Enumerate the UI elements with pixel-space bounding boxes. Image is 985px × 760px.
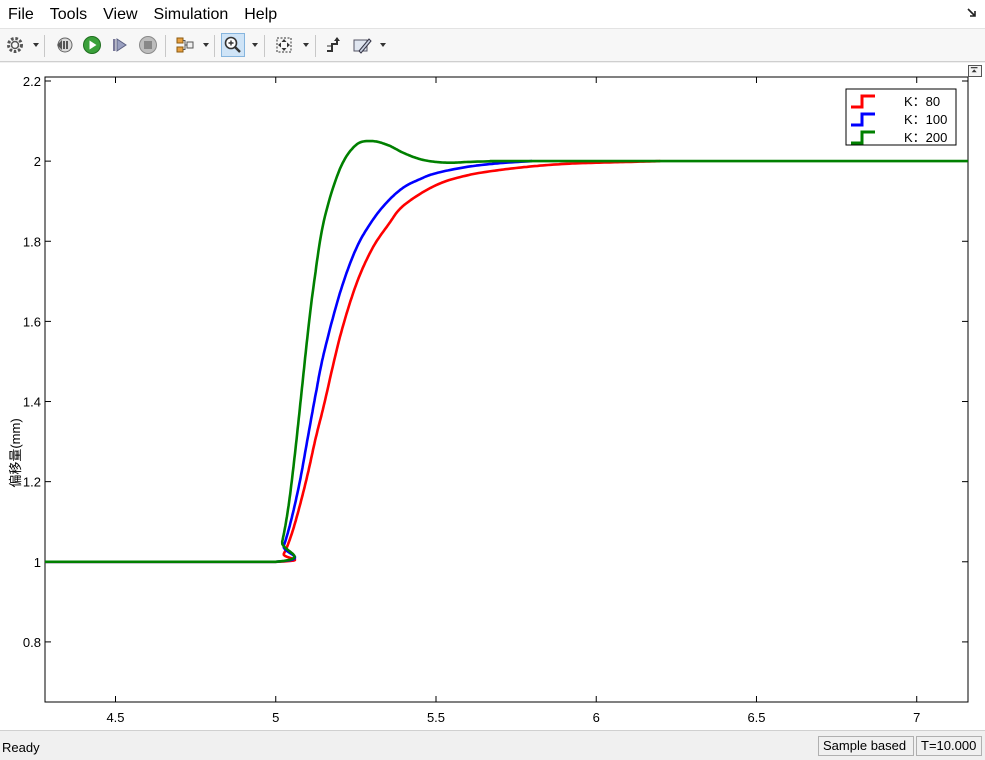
x-tick-label: 7	[913, 710, 920, 725]
x-tick-label: 5.5	[427, 710, 445, 725]
signal-dropdown-icon[interactable]	[203, 43, 209, 47]
signal-selector-icon[interactable]	[173, 33, 197, 57]
scope-plot-panel: 4.5 5 5.5 6 6.5 7 0.8 1 1.2 1.4 1.6 1.8 2 2.2 偏移量(mm)…	[0, 63, 985, 730]
zoom-dropdown-icon[interactable]	[252, 43, 258, 47]
legend-label-k80: K：80	[904, 94, 940, 109]
legend-label-k100: K：100	[904, 112, 947, 127]
y-tick-label: 0.8	[23, 635, 41, 650]
step-back-icon[interactable]	[52, 33, 76, 57]
style-edit-icon[interactable]	[350, 33, 374, 57]
simulation-time-indicator: T=10.000	[916, 736, 982, 756]
collapse-arrow-icon[interactable]	[966, 7, 978, 19]
menu-simulation[interactable]: Simulation	[146, 0, 237, 28]
style-dropdown-icon[interactable]	[380, 43, 386, 47]
fit-dropdown-icon[interactable]	[303, 43, 309, 47]
separator	[214, 35, 215, 57]
legend-label-k200: K：200	[904, 130, 947, 145]
cursor-measure-icon[interactable]	[322, 33, 346, 57]
menu-tools[interactable]: Tools	[42, 0, 95, 28]
step-forward-icon[interactable]	[108, 33, 132, 57]
stop-icon[interactable]	[136, 33, 160, 57]
y-tick-label: 2	[34, 154, 41, 169]
y-tick-label: 2.2	[23, 74, 41, 89]
legend[interactable]: K：80 K：100 K：200	[845, 88, 957, 146]
toolbar	[0, 28, 985, 62]
menu-view[interactable]: View	[95, 0, 145, 28]
run-icon[interactable]	[80, 33, 104, 57]
x-tick-label: 6.5	[747, 710, 765, 725]
menu-file[interactable]: File	[0, 0, 42, 28]
x-tick-label: 4.5	[106, 710, 124, 725]
axes-box	[44, 76, 969, 703]
y-axis-label: 偏移量(mm)	[8, 418, 23, 487]
x-tick-label: 5	[272, 710, 279, 725]
scope-chart[interactable]: 4.5 5 5.5 6 6.5 7 0.8 1 1.2 1.4 1.6 1.8 2 2.2 偏移量(mm)…	[0, 63, 985, 730]
y-tick-label: 1	[34, 555, 41, 570]
zoom-in-icon[interactable]	[221, 33, 245, 57]
y-tick-label: 1.2	[23, 475, 41, 490]
separator	[165, 35, 166, 57]
undock-button[interactable]	[968, 65, 982, 77]
separator	[264, 35, 265, 57]
separator	[44, 35, 45, 57]
gear-icon[interactable]	[3, 33, 27, 57]
menu-help[interactable]: Help	[236, 0, 285, 28]
gear-dropdown-icon[interactable]	[33, 43, 39, 47]
menu-bar: File Tools View Simulation Help	[0, 0, 985, 28]
status-bar: Ready Sample based T=10.000	[0, 730, 985, 760]
y-tick-label: 1.6	[23, 314, 41, 329]
fit-view-icon[interactable]	[272, 33, 296, 57]
y-tick-label: 1.4	[23, 395, 41, 410]
y-tick-label: 1.8	[23, 234, 41, 249]
status-text: Ready	[2, 740, 40, 755]
undock-icon	[970, 67, 978, 73]
sample-mode-indicator: Sample based	[818, 736, 914, 756]
x-tick-label: 6	[593, 710, 600, 725]
separator	[315, 35, 316, 57]
